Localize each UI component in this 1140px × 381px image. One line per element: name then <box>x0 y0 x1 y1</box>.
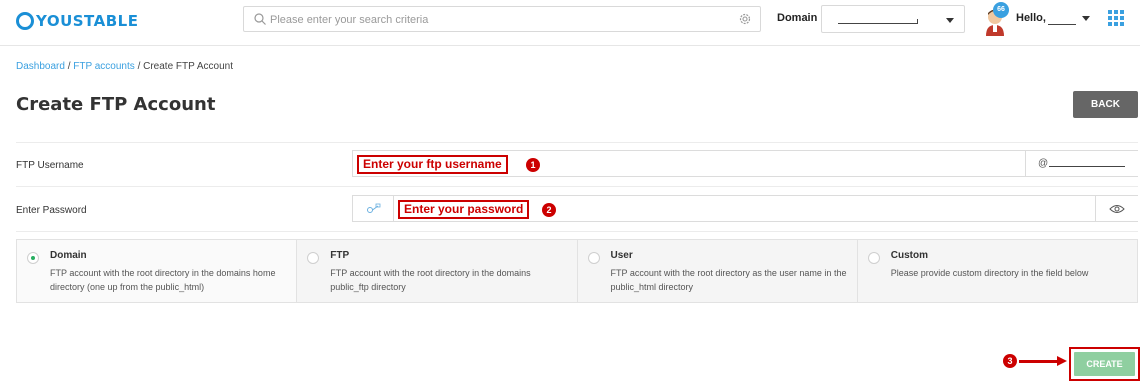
radio-domain[interactable] <box>27 252 39 264</box>
logo-text: YOUSTABLE <box>36 12 139 30</box>
page-title: Create FTP Account <box>16 94 216 115</box>
divider <box>16 231 1138 232</box>
search-input[interactable] <box>270 11 730 28</box>
option-domain[interactable]: Domain FTP account with the root directo… <box>17 240 298 302</box>
option-title: User <box>610 250 633 261</box>
option-description: FTP account with the root directory in t… <box>50 268 276 292</box>
option-description: FTP account with the root directory as t… <box>610 268 847 292</box>
divider <box>16 142 1138 143</box>
option-custom[interactable]: Custom Please provide custom directory i… <box>858 240 1137 302</box>
domain-suffix-addon[interactable]: @ <box>1025 151 1138 176</box>
eye-icon[interactable] <box>1109 204 1125 214</box>
step-2-marker: 2 <box>542 203 556 217</box>
logo-mark <box>16 12 34 30</box>
annotation-arrow-shaft <box>1019 360 1059 363</box>
at-sign: @ <box>1038 158 1049 169</box>
option-title: Domain <box>50 250 87 261</box>
option-title: FTP <box>330 250 350 261</box>
apps-grid-icon[interactable] <box>1108 10 1124 26</box>
username-annotation: Enter your ftp username <box>357 155 508 174</box>
search-icon <box>254 13 266 25</box>
logo[interactable]: YOUSTABLE <box>16 11 138 31</box>
radio-user[interactable] <box>587 252 600 264</box>
domain-label: Domain <box>777 12 818 24</box>
annotation-arrow-icon <box>1057 356 1067 366</box>
divider <box>16 186 1138 187</box>
password-annotation: Enter your password <box>398 200 530 219</box>
option-title: Custom <box>890 250 928 261</box>
top-bar: YOUSTABLE Domain 66 Hello, <box>0 0 1140 46</box>
radio-ftp[interactable] <box>307 252 320 264</box>
chevron-down-icon <box>946 18 954 23</box>
show-password-addon[interactable] <box>1095 196 1138 221</box>
create-annotation-frame: CREATE <box>1069 347 1140 381</box>
breadcrumb: Dashboard / FTP accounts / Create FTP Ac… <box>16 61 233 72</box>
breadcrumb-current: Create FTP Account <box>143 61 233 72</box>
domain-select[interactable] <box>821 5 965 33</box>
option-user[interactable]: User FTP account with the root directory… <box>578 240 858 302</box>
option-ftp[interactable]: FTP FTP account with the root directory … <box>297 240 578 302</box>
step-1-marker: 1 <box>526 158 540 172</box>
breadcrumb-dashboard[interactable]: Dashboard <box>16 61 65 72</box>
directory-options: Domain FTP account with the root directo… <box>16 239 1138 303</box>
search-box[interactable] <box>243 6 761 32</box>
key-generate-icon[interactable] <box>366 203 382 215</box>
username-label: FTP Username <box>16 160 84 171</box>
gear-icon[interactable] <box>738 12 752 26</box>
user-name <box>1048 24 1076 25</box>
breadcrumb-separator: / <box>67 61 71 72</box>
key-divider <box>393 196 394 221</box>
radio-custom[interactable] <box>867 252 880 264</box>
step-3-marker: 3 <box>1003 354 1017 368</box>
password-label: Enter Password <box>16 205 87 216</box>
create-button[interactable]: CREATE <box>1074 352 1135 376</box>
back-button[interactable]: BACK <box>1073 91 1138 118</box>
user-greeting[interactable]: Hello, <box>1016 12 1046 24</box>
user-menu-chevron-icon[interactable] <box>1082 16 1090 21</box>
option-description: FTP account with the root directory in t… <box>330 268 531 292</box>
breadcrumb-ftp-accounts[interactable]: FTP accounts <box>73 61 135 72</box>
breadcrumb-separator: / <box>137 61 141 72</box>
domain-value <box>838 19 918 24</box>
notification-badge[interactable]: 66 <box>993 2 1009 18</box>
option-description: Please provide custom directory in the f… <box>890 268 1089 278</box>
suffix-domain-value <box>1049 166 1125 167</box>
